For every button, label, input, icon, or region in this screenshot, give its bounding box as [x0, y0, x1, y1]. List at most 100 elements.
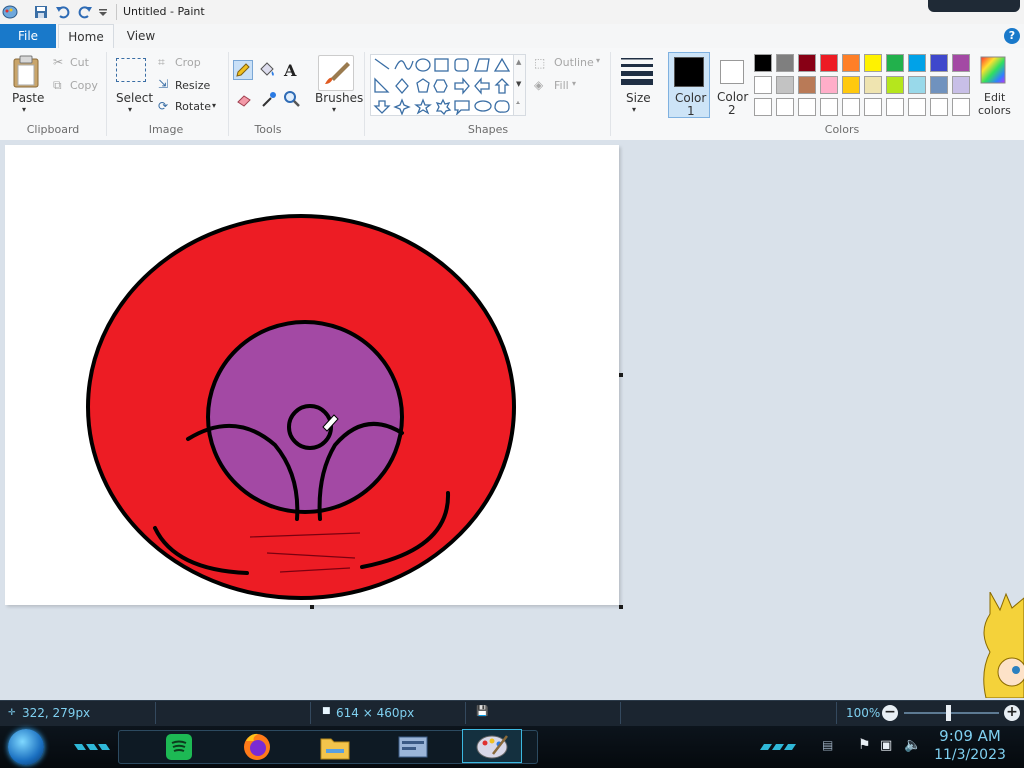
outline-dropdown[interactable]: Outline: [554, 56, 594, 69]
tab-home[interactable]: Home: [58, 24, 114, 49]
select-icon[interactable]: [116, 58, 146, 82]
save-icon[interactable]: [33, 4, 49, 20]
taskbar-paint-active[interactable]: [462, 729, 522, 763]
color2-selector[interactable]: Color 2: [712, 52, 752, 118]
shapes-gallery[interactable]: [370, 54, 514, 117]
drawing-canvas[interactable]: [5, 145, 619, 605]
magnifier-icon[interactable]: [283, 90, 303, 110]
control-panel-icon[interactable]: [396, 731, 430, 763]
paste-dropdown-icon[interactable]: ▾: [22, 105, 26, 114]
color-palette[interactable]: [754, 54, 976, 118]
palette-swatch[interactable]: [886, 54, 904, 72]
select-dropdown-icon[interactable]: ▾: [128, 105, 132, 114]
palette-swatch[interactable]: [754, 76, 772, 94]
paint-palette-icon: [476, 735, 508, 759]
resize-button[interactable]: Resize: [175, 79, 210, 92]
window-title: Untitled - Paint: [123, 5, 205, 18]
paste-icon[interactable]: [12, 55, 40, 89]
brushes-button[interactable]: Brushes: [315, 91, 363, 105]
size-icon[interactable]: [620, 56, 654, 86]
select-button[interactable]: Select: [116, 91, 153, 105]
help-icon[interactable]: ?: [1004, 28, 1020, 44]
brushes-icon[interactable]: [318, 55, 354, 91]
ribbon-separator: [106, 52, 107, 136]
shapes-scrollbar[interactable]: ▲ ▼ ⩡: [514, 54, 526, 116]
palette-swatch[interactable]: [930, 76, 948, 94]
size-button[interactable]: Size: [626, 91, 651, 105]
palette-swatch[interactable]: [776, 76, 794, 94]
palette-swatch[interactable]: [842, 98, 860, 116]
palette-swatch[interactable]: [908, 98, 926, 116]
clock-date[interactable]: 11/3/2023: [920, 747, 1020, 763]
volume-icon[interactable]: 🔈: [904, 737, 921, 753]
firefox-icon[interactable]: [240, 731, 274, 763]
palette-swatch[interactable]: [864, 76, 882, 94]
file-explorer-icon[interactable]: [318, 731, 352, 763]
palette-swatch[interactable]: [908, 76, 926, 94]
tab-view[interactable]: View: [120, 24, 162, 48]
palette-swatch[interactable]: [776, 98, 794, 116]
start-button[interactable]: [8, 729, 44, 765]
color-picker-icon[interactable]: [260, 90, 280, 110]
text-tool-icon[interactable]: A: [284, 61, 296, 80]
fill-dropdown[interactable]: Fill: [554, 79, 569, 92]
undo-icon[interactable]: [55, 4, 71, 20]
scroll-up-icon[interactable]: ▲: [516, 58, 521, 66]
palette-swatch[interactable]: [798, 54, 816, 72]
palette-swatch[interactable]: [930, 54, 948, 72]
scroll-down-icon[interactable]: ▼: [516, 80, 521, 88]
edit-colors-icon[interactable]: [980, 56, 1006, 84]
size-dropdown-icon[interactable]: ▾: [632, 105, 636, 114]
paint-app-icon[interactable]: [2, 4, 18, 20]
resize-handle-right[interactable]: [619, 373, 623, 377]
palette-swatch[interactable]: [952, 54, 970, 72]
copy-button[interactable]: Copy: [70, 79, 98, 92]
zoom-slider-thumb[interactable]: [946, 705, 951, 721]
clock-time[interactable]: 9:09 AM: [920, 727, 1020, 745]
palette-swatch[interactable]: [864, 98, 882, 116]
palette-swatch[interactable]: [798, 98, 816, 116]
zoom-in-button[interactable]: +: [1004, 705, 1020, 721]
action-center-flag-icon[interactable]: ⚑: [858, 737, 871, 753]
resize-handle-bottom[interactable]: [310, 605, 314, 609]
palette-swatch[interactable]: [930, 98, 948, 116]
fill-bucket-icon[interactable]: [258, 60, 278, 80]
palette-swatch[interactable]: [952, 98, 970, 116]
palette-swatch[interactable]: [952, 76, 970, 94]
palette-swatch[interactable]: [842, 76, 860, 94]
cut-button[interactable]: Cut: [70, 56, 89, 69]
palette-swatch[interactable]: [908, 54, 926, 72]
zoom-slider[interactable]: [904, 712, 999, 714]
palette-swatch[interactable]: [886, 76, 904, 94]
palette-swatch[interactable]: [886, 98, 904, 116]
eraser-icon[interactable]: [235, 90, 255, 110]
zoom-out-button[interactable]: −: [882, 705, 898, 721]
window-controls[interactable]: [928, 0, 1020, 12]
palette-swatch[interactable]: [842, 54, 860, 72]
show-hidden-icons[interactable]: ▤: [822, 738, 833, 752]
paste-button[interactable]: Paste: [12, 91, 44, 105]
color2-label: Color: [717, 90, 749, 104]
resize-handle-corner[interactable]: [619, 605, 623, 609]
spotify-icon[interactable]: [162, 731, 196, 763]
palette-swatch[interactable]: [776, 54, 794, 72]
palette-swatch[interactable]: [820, 76, 838, 94]
palette-swatch[interactable]: [864, 54, 882, 72]
palette-swatch[interactable]: [820, 98, 838, 116]
redo-icon[interactable]: [77, 4, 93, 20]
color1-selector[interactable]: Color 1: [668, 52, 710, 118]
palette-swatch[interactable]: [798, 76, 816, 94]
crop-button[interactable]: Crop: [175, 56, 201, 69]
rotate-button[interactable]: Rotate: [175, 100, 211, 113]
palette-swatch[interactable]: [820, 54, 838, 72]
network-icon[interactable]: ▣: [880, 738, 892, 753]
rotate-dropdown-icon[interactable]: ▾: [212, 101, 216, 110]
brushes-dropdown-icon[interactable]: ▾: [332, 105, 336, 114]
tab-file[interactable]: File: [0, 24, 56, 48]
pencil-tool[interactable]: [233, 60, 253, 80]
color2-swatch: [720, 60, 744, 84]
customize-quick-access-icon[interactable]: [97, 4, 113, 20]
expand-gallery-icon[interactable]: ⩡: [516, 99, 520, 108]
palette-swatch[interactable]: [754, 54, 772, 72]
palette-swatch[interactable]: [754, 98, 772, 116]
